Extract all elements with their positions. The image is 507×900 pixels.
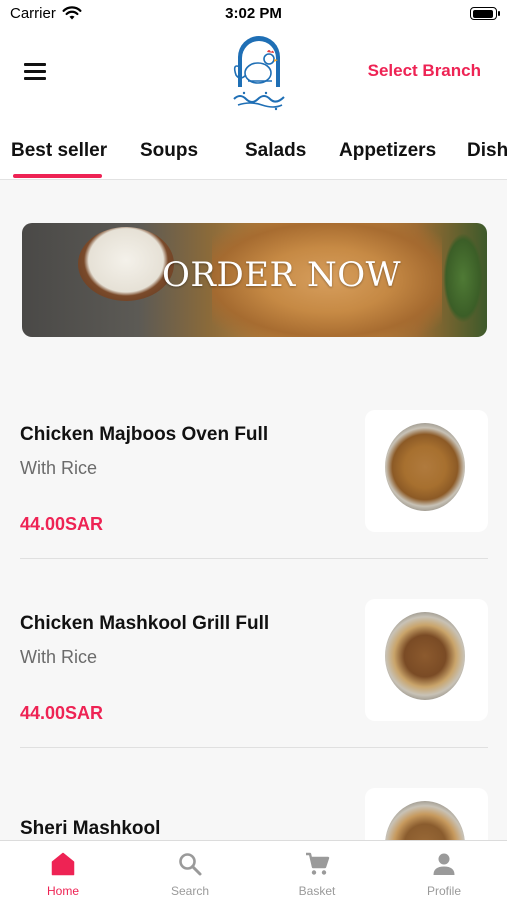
banner-title: ORDER NOW <box>162 255 402 295</box>
home-icon <box>51 852 75 876</box>
yogurt-bowl-image <box>78 227 174 301</box>
product-image[interactable] <box>365 599 488 721</box>
food-plate-image <box>385 612 465 700</box>
tab-dish[interactable]: Dish <box>467 140 507 162</box>
profile-icon <box>433 853 455 875</box>
product-price: 44.00SAR <box>20 514 104 534</box>
tab-salads[interactable]: Salads <box>245 140 306 162</box>
nav-profile-label: Profile <box>426 884 461 898</box>
search-icon <box>179 853 202 876</box>
leaf-garnish-image <box>443 233 483 323</box>
rooster-logo <box>233 36 285 111</box>
nav-home-label: Home <box>46 884 79 898</box>
product-item[interactable]: Chicken Majboos Oven Full With Rice 44.0… <box>0 410 507 560</box>
product-description: With Rice <box>20 647 98 667</box>
category-tabs: Best seller Soups Salads Appetizers Dish <box>0 122 507 180</box>
food-plate-image <box>385 423 465 511</box>
app-header: Select Branch <box>0 30 507 122</box>
product-price: 44.00SAR <box>20 703 104 723</box>
hamburger-menu-icon[interactable] <box>22 60 48 82</box>
divider <box>20 747 488 748</box>
cart-icon <box>306 852 330 875</box>
nav-profile[interactable]: Profile <box>381 841 507 900</box>
product-description: With Rice <box>20 458 98 478</box>
product-name: Chicken Mashkool Grill Full <box>20 613 270 634</box>
product-name: Sheri Mashkool <box>20 818 161 839</box>
divider <box>20 558 488 559</box>
product-image[interactable] <box>365 410 488 532</box>
nav-search[interactable]: Search <box>127 841 253 900</box>
tab-best-seller[interactable]: Best seller <box>11 140 107 162</box>
battery-level <box>472 9 493 18</box>
order-now-banner[interactable]: ORDER NOW <box>22 223 487 337</box>
active-tab-indicator <box>13 174 102 178</box>
product-item[interactable]: Chicken Mashkool Grill Full With Rice 44… <box>0 599 507 749</box>
nav-search-label: Search <box>170 884 210 898</box>
select-branch-button[interactable]: Select Branch <box>368 61 481 81</box>
nav-basket-label: Basket <box>298 884 336 898</box>
bottom-navigation: Home Search Basket Profile <box>0 840 507 900</box>
tab-appetizers[interactable]: Appetizers <box>339 140 436 162</box>
product-name: Chicken Majboos Oven Full <box>20 424 269 445</box>
status-bar: Carrier 3:02 PM <box>0 0 507 30</box>
tab-soups[interactable]: Soups <box>140 140 198 162</box>
battery-icon <box>470 7 500 20</box>
nav-home[interactable]: Home <box>0 841 126 900</box>
clock: 3:02 PM <box>225 5 282 22</box>
nav-basket[interactable]: Basket <box>254 841 380 900</box>
